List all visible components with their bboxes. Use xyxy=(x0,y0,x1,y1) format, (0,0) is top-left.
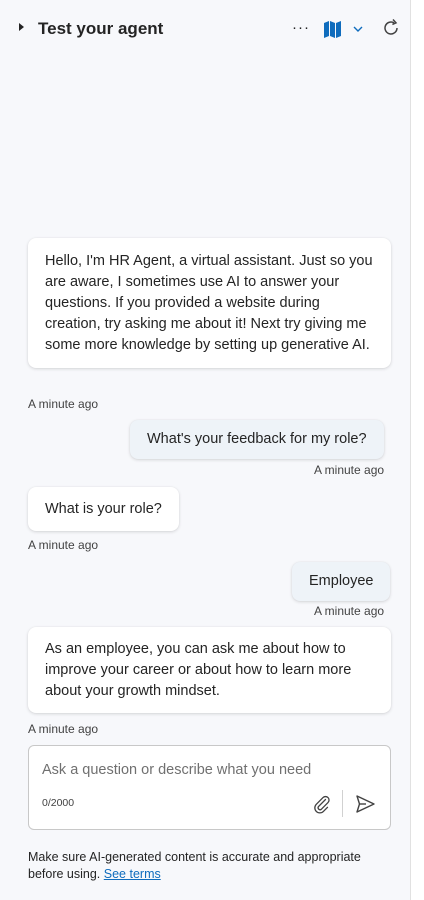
more-options-button[interactable]: ··· xyxy=(289,15,313,39)
bot-message: What is your role? xyxy=(28,487,179,531)
user-message: What's your feedback for my role? xyxy=(130,420,384,459)
message-timestamp: A minute ago xyxy=(314,604,385,618)
map-icon[interactable] xyxy=(322,18,344,40)
collapse-caret-icon[interactable] xyxy=(19,23,24,31)
panel-header: Test your agent ··· xyxy=(0,0,410,58)
message-timestamp: A minute ago xyxy=(28,722,99,736)
message-input[interactable] xyxy=(42,762,372,778)
panel-title: Test your agent xyxy=(38,19,164,38)
ai-disclaimer: Make sure AI-generated content is accura… xyxy=(28,849,388,883)
message-timestamp: A minute ago xyxy=(314,463,385,477)
bot-message: Hello, I'm HR Agent, a virtual assistant… xyxy=(28,238,391,368)
panel-scroll-edge xyxy=(410,0,424,900)
message-timestamp: A minute ago xyxy=(28,397,99,411)
message-timestamp: A minute ago xyxy=(28,538,99,552)
attach-icon[interactable] xyxy=(311,793,333,815)
character-counter: 0/2000 xyxy=(42,797,75,809)
see-terms-link[interactable]: See terms xyxy=(104,867,161,881)
bot-message: As an employee, you can ask me about how… xyxy=(28,627,391,713)
refresh-icon[interactable] xyxy=(380,17,402,39)
chevron-down-icon[interactable] xyxy=(351,22,365,36)
composer-divider xyxy=(342,790,343,817)
test-agent-panel: Test your agent ··· Hello, I'm HR Agent,… xyxy=(0,0,410,900)
send-icon[interactable] xyxy=(353,792,377,816)
message-composer: 0/2000 xyxy=(28,745,391,830)
disclaimer-text: Make sure AI-generated content is accura… xyxy=(28,850,361,881)
user-message: Employee xyxy=(292,562,391,601)
